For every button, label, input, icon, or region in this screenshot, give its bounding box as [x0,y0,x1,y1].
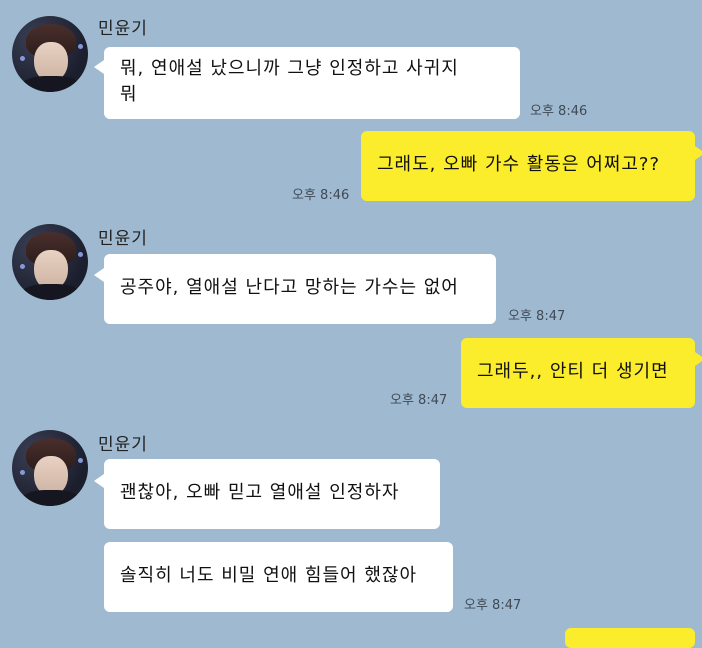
message-text: 솔직히 너도 비밀 연애 힘들어 했잖아 [120,565,418,586]
message-bubble-incoming[interactable]: 공주야, 열애설 난다고 망하는 가수는 없어 [104,254,496,324]
message-timestamp: 오후 8:47 [464,598,522,613]
sender-name: 민윤기 [98,435,148,455]
message-text: 공주야, 열애설 난다고 망하는 가수는 없어 [120,277,459,298]
message-text: 그래두,, 안티 더 생기면 [477,361,669,382]
message-bubble-outgoing[interactable]: 그래도, 오빠 가수 활동은 어쩌고?? [361,131,695,201]
sender-name: 민윤기 [98,19,148,39]
message-text: 괜찮아, 오빠 믿고 열애설 인정하자 [120,482,400,503]
message-timestamp: 오후 8:46 [530,104,588,119]
sender-avatar[interactable] [12,16,88,92]
message-timestamp: 오후 8:47 [390,393,448,408]
message-bubble-incoming[interactable]: 괜찮아, 오빠 믿고 열애설 인정하자 [104,459,440,529]
message-timestamp: 오후 8:46 [292,188,350,203]
message-text: 그래도, 오빠 가수 활동은 어쩌고?? [377,154,660,175]
message-bubble-outgoing[interactable]: 그래두,, 안티 더 생기면 [461,338,695,408]
message-timestamp: 오후 8:47 [508,309,566,324]
sender-avatar[interactable] [12,224,88,300]
sender-avatar[interactable] [12,430,88,506]
message-bubble-incoming[interactable]: 뭐, 연애설 났으니까 그냥 인정하고 사귀지 뭐 [104,47,520,119]
message-bubble-outgoing-partial[interactable] [565,628,695,648]
sender-name: 민윤기 [98,229,148,249]
message-line: 뭐, 연애설 났으니까 그냥 인정하고 사귀지 [120,58,459,79]
message-bubble-incoming[interactable]: 솔직히 너도 비밀 연애 힘들어 했잖아 [104,542,453,612]
